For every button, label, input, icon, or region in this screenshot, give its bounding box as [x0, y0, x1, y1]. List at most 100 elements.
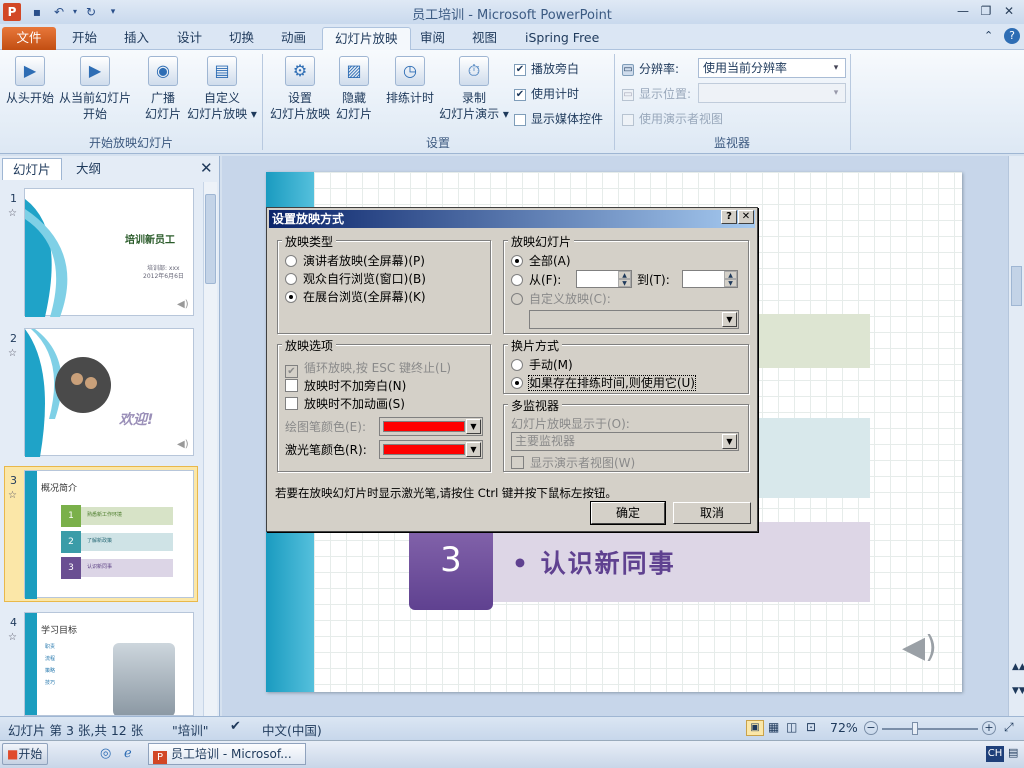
tab-outline[interactable]: 大纲 — [66, 158, 111, 180]
thumb-number: 1 — [10, 192, 17, 205]
custom-show-button[interactable]: ▤ 自定义 幻灯片放映 ▾ — [186, 56, 258, 122]
use-timings-checkbox[interactable]: ✔ 使用计时 — [514, 85, 579, 102]
collapse-ribbon-icon[interactable]: ⌃ — [984, 29, 993, 42]
slide-thumb-1[interactable]: 培训新员工 培训部: xxx 2012年6月6日 ◀) — [24, 188, 194, 317]
ie-icon[interactable]: ℯ — [124, 746, 132, 761]
dialog-close-button[interactable]: ✕ — [738, 210, 754, 224]
show-desktop-icon[interactable]: ◎ — [100, 746, 111, 761]
ime-indicator[interactable]: CH — [986, 746, 1004, 762]
tab-review[interactable]: 审阅 — [408, 27, 457, 50]
editor-scrollbar[interactable]: ▲▲ ▼▼ — [1008, 156, 1024, 716]
scroll-thumb[interactable] — [1011, 266, 1022, 306]
no-animation-checkbox[interactable]: 放映时不加动画(S) — [285, 395, 405, 412]
thumb-number: 4 — [10, 616, 17, 629]
from-radio[interactable]: 从(F): — [511, 271, 561, 288]
zoom-slider[interactable] — [882, 728, 978, 730]
tab-ispring[interactable]: iSpring Free — [513, 27, 611, 50]
tray-icon[interactable]: ▤ — [1008, 746, 1018, 759]
browsed-individual-radio[interactable]: 观众自行浏览(窗口)(B) — [285, 270, 426, 287]
speaker-icon[interactable]: ◀) — [902, 630, 937, 665]
record-show-button[interactable]: ⏱ 录制 幻灯片演示 ▾ — [438, 56, 510, 122]
resolution-label: ▭ 分辨率: — [622, 62, 680, 76]
pen-color-swatch — [383, 421, 465, 432]
spelling-check-icon[interactable]: ✔ — [230, 719, 241, 734]
tab-insert[interactable]: 插入 — [112, 27, 161, 50]
help-icon[interactable]: ? — [1004, 28, 1020, 44]
slide-sorter-icon[interactable]: ▦ — [768, 720, 779, 734]
hide-slide-button[interactable]: ▨ 隐藏 幻灯片 — [334, 56, 374, 122]
reading-view-icon[interactable]: ◫ — [786, 720, 797, 734]
custom-show-radio[interactable]: 自定义放映(C): — [511, 290, 611, 307]
chevron-down-icon: ▼ — [722, 312, 737, 327]
use-timings-radio[interactable]: 如果存在排练时间,则使用它(U) — [511, 374, 696, 391]
thumb-row: 1 熟悉新工作环境 — [61, 505, 173, 527]
dialog-title: 设置放映方式 — [269, 210, 755, 228]
from-spinner[interactable]: ▲ ▼ — [576, 270, 632, 288]
restore-icon[interactable]: ❐ — [975, 2, 997, 20]
transition-star-icon: ☆ — [8, 348, 17, 359]
slide-thumb-2[interactable]: 欢迎! ◀) — [24, 328, 194, 457]
slide-show-icon[interactable]: ⊡ — [806, 720, 816, 734]
taskbar-app-button[interactable]: P 员工培训 - Microsof... — [148, 743, 306, 765]
fit-to-window-icon[interactable]: ⤢ — [1004, 720, 1014, 735]
scroll-thumb[interactable] — [205, 194, 216, 284]
tab-design[interactable]: 设计 — [165, 27, 214, 50]
thumb-row: 2 了解新政策 — [61, 531, 173, 553]
presenter-view-checkbox[interactable]: 显示演示者视图(W) — [511, 454, 635, 471]
start-button[interactable]: ■开始 — [2, 743, 48, 765]
custom-show-combo[interactable]: ▼ — [529, 310, 739, 329]
tab-home[interactable]: 开始 — [60, 27, 109, 50]
zoom-slider-thumb[interactable] — [912, 722, 918, 735]
play-narrations-checkbox[interactable]: ✔ 播放旁白 — [514, 60, 579, 77]
tab-slide-show[interactable]: 幻灯片放映 — [322, 27, 411, 50]
resolution-dropdown[interactable]: 使用当前分辨率 ▾ — [698, 58, 846, 78]
dialog-help-button[interactable]: ? — [721, 210, 737, 224]
tab-animations[interactable]: 动画 — [269, 27, 318, 50]
manual-radio[interactable]: 手动(M) — [511, 356, 573, 373]
ok-button[interactable]: 确定 — [590, 501, 666, 525]
prev-slide-icon[interactable]: ▲▲ — [1012, 662, 1024, 672]
chevron-down-icon: ▾ — [833, 63, 839, 73]
minimize-icon[interactable]: — — [952, 2, 974, 20]
rehearse-timings-button[interactable]: ◷ 排练计时 — [382, 56, 438, 106]
rehearse-timer-icon: ◷ — [395, 56, 425, 86]
zoom-in-icon[interactable]: + — [982, 721, 996, 735]
close-pane-icon[interactable]: ✕ — [200, 159, 213, 177]
zoom-level[interactable]: 72% — [830, 720, 858, 735]
no-narration-checkbox[interactable]: 放映时不加旁白(N) — [285, 377, 406, 394]
cancel-button[interactable]: 取消 — [673, 502, 751, 524]
language-status[interactable]: 中文(中国) — [262, 720, 322, 739]
to-spinner[interactable]: ▲ ▼ — [682, 270, 738, 288]
show-media-controls-checkbox[interactable]: 显示媒体控件 — [514, 110, 603, 127]
from-beginning-button[interactable]: ▶ 从头开始 — [4, 56, 56, 106]
zoom-out-icon[interactable]: − — [864, 721, 878, 735]
thumb-left-band — [25, 613, 37, 715]
transition-star-icon: ☆ — [8, 490, 17, 501]
loop-checkbox[interactable]: ✔ 循环放映,按 ESC 键终止(L) — [285, 359, 451, 378]
slide-thumb-3[interactable]: 概况简介 1 熟悉新工作环境 2 了解新政策 3 认识新同事 — [24, 470, 194, 599]
normal-view-icon[interactable]: ▣ — [746, 720, 764, 736]
laser-color-picker[interactable]: ▼ — [379, 440, 483, 459]
presenter-radio[interactable]: 演讲者放映(全屏幕)(P) — [285, 252, 425, 269]
chevron-down-icon: ▼ — [722, 434, 737, 449]
kiosk-radio[interactable]: 在展台浏览(全屏幕)(K) — [285, 288, 426, 305]
slide-thumb-4[interactable]: 学习目标 职责 流程 策略 技巧 — [24, 612, 194, 716]
monitor-combo[interactable]: 主要监视器 ▼ — [511, 432, 739, 451]
pen-color-picker[interactable]: ▼ — [379, 417, 483, 436]
theme-status[interactable]: "培训" — [172, 720, 209, 739]
thumb-left-band — [25, 471, 37, 599]
next-slide-icon[interactable]: ▼▼ — [1012, 686, 1024, 696]
use-presenter-view-checkbox[interactable]: 使用演示者视图 — [622, 110, 723, 127]
close-icon[interactable]: ✕ — [998, 2, 1020, 20]
broadcast-button[interactable]: ◉ 广播 幻灯片 — [140, 56, 186, 122]
pane-scrollbar[interactable] — [203, 182, 217, 716]
from-current-slide-button[interactable]: ▶ 从当前幻灯片 开始 — [56, 56, 134, 122]
tab-transitions[interactable]: 切换 — [217, 27, 266, 50]
tab-slides[interactable]: 幻灯片 — [2, 158, 62, 180]
all-slides-radio[interactable]: 全部(A) — [511, 252, 571, 269]
tab-file[interactable]: 文件 — [2, 27, 56, 50]
laser-color-label: 激光笔颜色(R): — [285, 443, 367, 457]
show-on-dropdown[interactable]: ▾ — [698, 83, 846, 103]
setup-show-button[interactable]: ⚙ 设置 幻灯片放映 — [268, 56, 332, 122]
tab-view[interactable]: 视图 — [460, 27, 509, 50]
